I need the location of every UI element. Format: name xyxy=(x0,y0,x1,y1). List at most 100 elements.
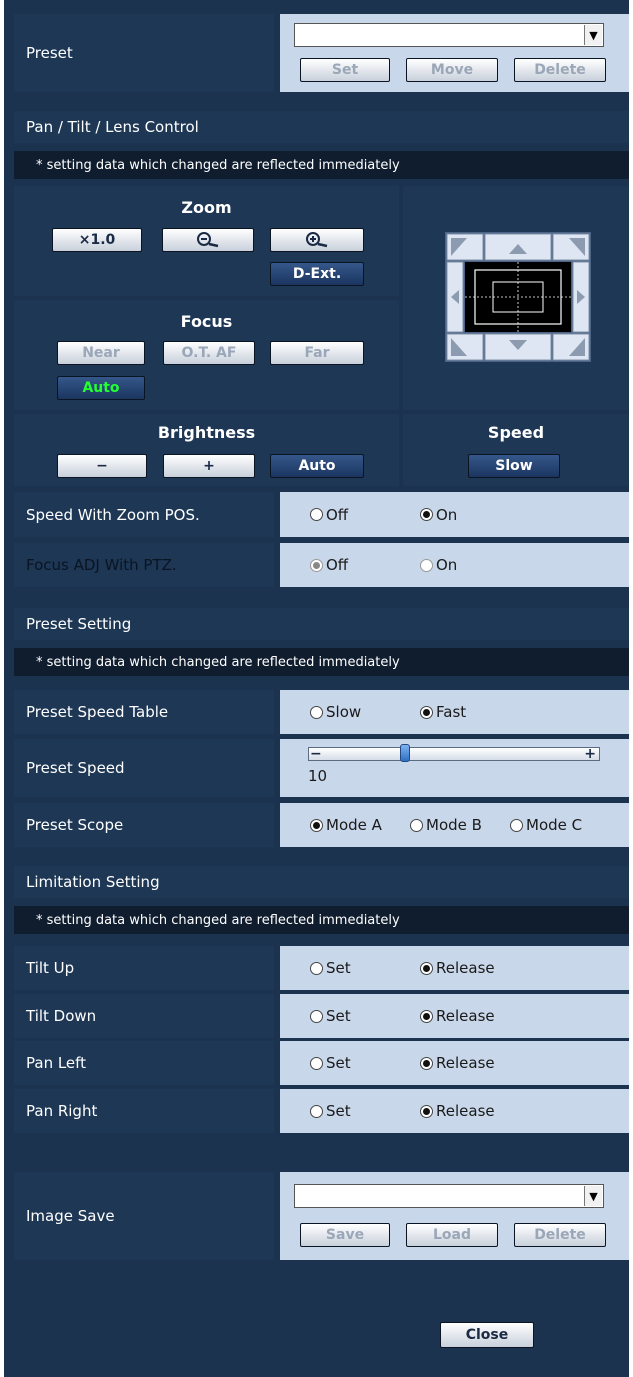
chevron-down-icon: ▼ xyxy=(584,25,602,45)
preset-speed-row: Preset Speed − + 10 xyxy=(14,739,629,797)
limitation-release-radio[interactable]: Release xyxy=(420,1102,495,1120)
limitation-label: Tilt Up xyxy=(14,946,274,990)
preset-speed-table-values: Slow Fast xyxy=(280,690,629,734)
preset-speed-table-label: Preset Speed Table xyxy=(14,690,274,734)
speed-zoom-row: Speed With Zoom POS. Off On xyxy=(14,492,629,537)
slider-minus-icon[interactable]: − xyxy=(310,746,322,762)
speed-slow-button[interactable]: Slow xyxy=(468,454,560,478)
limitation-set-radio[interactable]: Set xyxy=(310,959,351,977)
scope-mode-a-radio[interactable]: Mode A xyxy=(310,816,382,834)
image-save-select[interactable]: ▼ xyxy=(294,1184,604,1208)
speed-table-slow-radio[interactable]: Slow xyxy=(310,703,361,721)
scope-mode-b-radio[interactable]: Mode B xyxy=(410,816,482,834)
limitation-row: Pan Right Set Release xyxy=(14,1089,629,1133)
radio-dot xyxy=(420,705,433,719)
preset-speed-table-row: Preset Speed Table Slow Fast xyxy=(14,690,629,734)
limitation-release-radio[interactable]: Release xyxy=(420,959,495,977)
radio-dot xyxy=(310,1104,323,1118)
focus-far-button[interactable]: Far xyxy=(270,341,364,365)
radio-dot xyxy=(420,961,433,975)
radio-label: Mode A xyxy=(326,816,382,834)
radio-dot xyxy=(310,818,323,832)
radio-label: Mode C xyxy=(526,816,583,834)
focus-near-button[interactable]: Near xyxy=(57,341,145,365)
limitation-set-radio[interactable]: Set xyxy=(310,1007,351,1025)
slider-thumb[interactable] xyxy=(400,744,411,762)
radio-dot xyxy=(310,1056,323,1070)
zoom-out-icon xyxy=(197,232,219,248)
radio-dot xyxy=(310,705,323,719)
limitation-row: Tilt Down Set Release xyxy=(14,994,629,1038)
close-button[interactable]: Close xyxy=(440,1322,534,1348)
radio-dot xyxy=(310,508,323,521)
radio-label: Set xyxy=(326,1102,351,1120)
limitation-row: Pan Left Set Release xyxy=(14,1041,629,1085)
pan-tilt-pad[interactable] xyxy=(445,232,591,362)
radio-label: Slow xyxy=(326,703,362,721)
radio-label: Off xyxy=(326,505,349,524)
radio-dot xyxy=(420,558,433,572)
image-load-button[interactable]: Load xyxy=(406,1223,498,1247)
limitation-row: Tilt Up Set Release xyxy=(14,946,629,990)
radio-dot xyxy=(420,1104,433,1118)
radio-dot xyxy=(420,1009,433,1023)
control-window: Preset ▼ Set Move Delete Pan / Tilt / Le… xyxy=(4,0,629,1377)
focus-adj-on-radio[interactable]: On xyxy=(420,556,457,574)
limitation-values: Set Release xyxy=(280,1041,629,1085)
brightness-auto-button[interactable]: Auto xyxy=(270,454,364,478)
preset-speed-label: Preset Speed xyxy=(14,739,274,797)
radio-dot xyxy=(310,558,323,572)
brightness-minus-button[interactable]: − xyxy=(57,454,147,478)
zoom-in-icon xyxy=(306,232,328,248)
preset-select[interactable]: ▼ xyxy=(294,23,604,47)
limitation-values: Set Release xyxy=(280,1089,629,1133)
radio-dot xyxy=(310,1009,323,1023)
speed-zoom-off-radio[interactable]: Off xyxy=(310,506,348,524)
radio-label: Off xyxy=(326,556,349,574)
preset-delete-button[interactable]: Delete xyxy=(514,58,606,82)
radio-label: On xyxy=(436,505,458,524)
preset-speed-slider[interactable]: − + xyxy=(308,744,600,762)
preset-speed-value: 10 xyxy=(308,767,328,785)
focus-adj-label: Focus ADJ With PTZ. xyxy=(14,543,274,587)
focus-adj-off-radio[interactable]: Off xyxy=(310,556,348,574)
radio-dot xyxy=(510,818,523,832)
limitation-values: Set Release xyxy=(280,994,629,1038)
slider-plus-icon[interactable]: + xyxy=(584,746,596,762)
focus-otaf-button[interactable]: O.T. AF xyxy=(163,341,255,365)
preset-set-button[interactable]: Set xyxy=(300,58,390,82)
d-ext-button[interactable]: D-Ext. xyxy=(270,262,364,286)
preset-setting-title: Preset Setting xyxy=(14,608,629,640)
scope-mode-c-radio[interactable]: Mode C xyxy=(510,816,582,834)
radio-label: Fast xyxy=(436,703,467,721)
image-save-button[interactable]: Save xyxy=(300,1223,390,1247)
radio-dot xyxy=(310,961,323,975)
preset-move-button[interactable]: Move xyxy=(406,58,498,82)
speed-zoom-on-radio[interactable]: On xyxy=(420,506,457,524)
limitation-release-radio[interactable]: Release xyxy=(420,1007,495,1025)
brightness-title: Brightness xyxy=(157,423,256,442)
speed-table-fast-radio[interactable]: Fast xyxy=(420,703,466,721)
zoom-x1-button[interactable]: ×1.0 xyxy=(52,228,142,252)
limitation-release-radio[interactable]: Release xyxy=(420,1054,495,1072)
radio-label: Mode B xyxy=(426,816,482,834)
image-delete-button[interactable]: Delete xyxy=(514,1223,606,1247)
radio-label: On xyxy=(436,556,458,574)
limitation-values: Set Release xyxy=(280,946,629,990)
zoom-out-button[interactable] xyxy=(162,228,254,252)
radio-label: Set xyxy=(326,1007,351,1025)
radio-label: Set xyxy=(326,1054,351,1072)
focus-auto-button[interactable]: Auto xyxy=(57,376,145,400)
preset-speed-values: − + 10 xyxy=(280,739,629,797)
radio-label: Release xyxy=(436,1007,495,1025)
chevron-down-icon: ▼ xyxy=(584,1186,602,1206)
limitation-label: Tilt Down xyxy=(14,994,274,1038)
limitation-set-radio[interactable]: Set xyxy=(310,1102,351,1120)
limitation-note: * setting data which changed are reflect… xyxy=(14,906,629,934)
image-save-label: Image Save xyxy=(14,1172,274,1260)
preset-scope-values: Mode A Mode B Mode C xyxy=(280,803,629,847)
speed-title: Speed xyxy=(487,423,545,442)
brightness-plus-button[interactable]: + xyxy=(163,454,255,478)
limitation-set-radio[interactable]: Set xyxy=(310,1054,351,1072)
zoom-in-button[interactable] xyxy=(270,228,364,252)
